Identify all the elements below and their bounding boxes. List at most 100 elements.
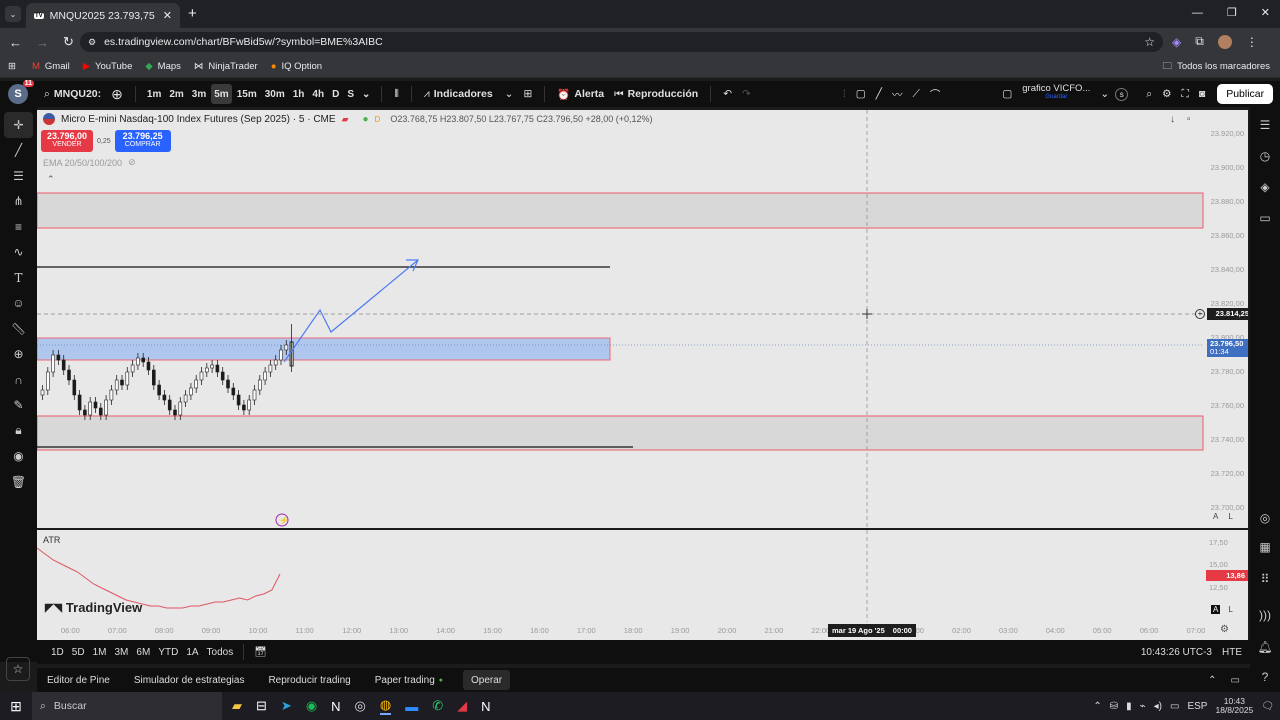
extension-icon[interactable]: ◈ [1172,35,1181,49]
range-5d[interactable]: 5D [68,642,89,662]
maximize-panel-icon[interactable]: ▭ [1231,675,1240,686]
forward-icon[interactable]: → [36,35,49,50]
range-1m[interactable]: 1M [89,642,111,662]
range-3m[interactable]: 3M [111,642,133,662]
app-icon[interactable]: ⊟ [256,698,267,714]
add-alert-plus-icon[interactable]: + [1195,309,1205,319]
alerts-clock-icon[interactable]: ◷ [1250,140,1280,171]
maximize-pane-icon[interactable]: ▫ [1187,114,1191,125]
site-info-icon[interactable]: ⚙ [88,37,96,48]
undo-icon[interactable]: ↶ [719,84,736,104]
help-icon[interactable]: ? [1250,661,1280,692]
apps-grid-icon[interactable]: ⊞ [8,61,16,72]
minimize-icon[interactable]: — [1192,7,1203,19]
quick-search-icon[interactable]: ⌕ [1142,84,1156,104]
indicators-button[interactable]: ⩘ Indicadores ⌄ [420,84,518,104]
layout-name[interactable]: grafico VICFO... Guardar [1018,84,1094,104]
collapse-panel-icon[interactable]: ⌃ [1208,675,1216,686]
interval-1m[interactable]: 1m [144,84,164,104]
scroll-down-icon[interactable]: ↓ [1170,114,1175,125]
puzzle-icon[interactable]: ⧉ [1195,34,1204,49]
tray-app-icon[interactable]: ⛁ [1110,701,1118,712]
chart-type-candles-icon[interactable]: ⫴ [390,84,402,104]
favorites-star-icon[interactable]: ☆ [6,657,30,681]
flag-icon[interactable]: ▰ [342,114,349,125]
entry-zone[interactable] [37,337,611,361]
interval-2m[interactable]: 2m [166,84,186,104]
bookmark-maps[interactable]: ◆ Maps [145,61,181,72]
bookmark-gmail[interactable]: M Gmail [32,61,70,72]
time-axis[interactable]: 06:00 07:00 08:00 09:00 10:00 11:00 12:00 13:00… [37,622,1248,640]
tray-mic-icon[interactable]: ▮ [1126,701,1132,712]
settings-gear-icon[interactable]: ⚙ [1158,84,1175,104]
replay-button[interactable]: ⏮ Reproducción [610,84,702,104]
path-tool-icon[interactable]: 〰 [888,84,907,104]
bookmark-iqoption[interactable]: ● IQ Option [271,61,322,72]
buy-button[interactable]: 23.796,25 COMPRAR [114,130,171,152]
interval-1h[interactable]: 1h [290,84,308,104]
ruler-icon[interactable]: 📏︎ [0,316,37,342]
tab-paper-trading[interactable]: Paper trading ● [371,670,447,690]
alert-button[interactable]: ⏰ Alerta [553,84,608,104]
layers-icon[interactable]: ◈ [1250,171,1280,202]
ray-tool-icon[interactable]: ⟋ [908,84,923,104]
menu-dots-icon[interactable]: ⋮ [1246,35,1258,49]
chart-canvas[interactable]: ⚡ [37,110,1248,528]
curve-tool-icon[interactable]: ⌒ [926,84,945,104]
windows-start-icon[interactable]: ⊞ [0,698,32,715]
bookmark-youtube[interactable]: ▶ YouTube [83,61,133,72]
close-window-icon[interactable]: ✕ [1261,6,1270,19]
reload-icon[interactable]: ↻ [63,34,74,50]
notifications-icon[interactable]: 🗨︎ [1261,701,1274,712]
atr-auto-button[interactable]: A [1211,605,1221,614]
taskbar-search[interactable]: ⌕ Buscar [32,692,222,720]
calendar-icon[interactable]: ▦ [1250,531,1280,562]
broadcast-icon[interactable]: ))) [1250,599,1280,630]
zoom-icon[interactable]: ▬ [405,699,418,714]
symbol-s-icon[interactable]: s [1115,87,1129,101]
tab-search-icon[interactable]: ⌄ [5,6,21,22]
clock-timezone[interactable]: 10:43:26 UTC-3 [1141,647,1212,658]
trash-icon[interactable]: 🗑︎ [0,469,37,495]
atr-pane[interactable]: ATR ◤◥ TradingView 17,50 15,00 12,50 13,… [37,530,1248,622]
layout-square-icon[interactable]: ▢ [998,84,1016,104]
text-tool-icon[interactable]: T [0,265,37,291]
pitchfork-icon[interactable]: ⋔ [0,189,37,215]
notion-icon[interactable]: N [331,699,340,714]
trendline-icon[interactable]: ╱ [0,138,37,164]
rectangle-tool-icon[interactable]: ▢ [852,84,870,104]
trendline-tool-icon[interactable]: ╱ [872,84,886,104]
tray-battery-icon[interactable]: ▭ [1170,701,1179,712]
user-avatar[interactable]: S 11 [8,80,34,104]
tab-trade[interactable]: Operar [463,670,511,690]
range-1d[interactable]: 1D [47,642,68,662]
auto-scale-button[interactable]: A [1213,512,1218,521]
camera-icon[interactable]: ◙ [1195,84,1209,104]
interval-15m[interactable]: 15m [234,84,260,104]
tray-volume-icon[interactable]: ◂) [1154,701,1162,712]
interval-dropdown-icon[interactable]: ⌄ [359,84,373,104]
log-scale-button[interactable]: L [1228,512,1232,521]
emoji-icon[interactable]: ☺ [0,291,37,317]
range-1a[interactable]: 1A [182,642,202,662]
chrome-icon[interactable]: ◍ [379,697,392,715]
range-6m[interactable]: 6M [132,642,154,662]
bookmark-star-icon[interactable]: ☆ [1144,35,1155,49]
address-bar[interactable]: ⚙ es.tradingview.com/chart/BFwBid5w/?sym… [80,32,1163,52]
atr-label[interactable]: ATR [43,535,60,545]
close-icon[interactable]: ✕ [163,9,172,22]
interval-s[interactable]: S [344,84,357,104]
layout-dropdown-icon[interactable]: ⌄ [1096,84,1113,104]
eye-icon[interactable]: ◉ [0,444,37,470]
symbol-title[interactable]: Micro E-mini Nasdaq-100 Index Futures (S… [61,114,336,125]
atr-log-button[interactable]: L [1228,605,1232,614]
fib-retracement-icon[interactable]: ≡ [0,214,37,240]
profile-avatar[interactable] [1217,34,1232,49]
ema-indicator-legend[interactable]: EMA 20/50/100/200 ⊘ [43,157,136,168]
interval-3m[interactable]: 3m [189,84,209,104]
bookmark-ninjatrader[interactable]: ⋈ NinjaTrader [194,61,258,72]
interval-30m[interactable]: 30m [262,84,288,104]
brush-icon[interactable]: ∿ [0,240,37,266]
interval-4h[interactable]: 4h [309,84,327,104]
resistance-zone[interactable] [37,192,1204,229]
